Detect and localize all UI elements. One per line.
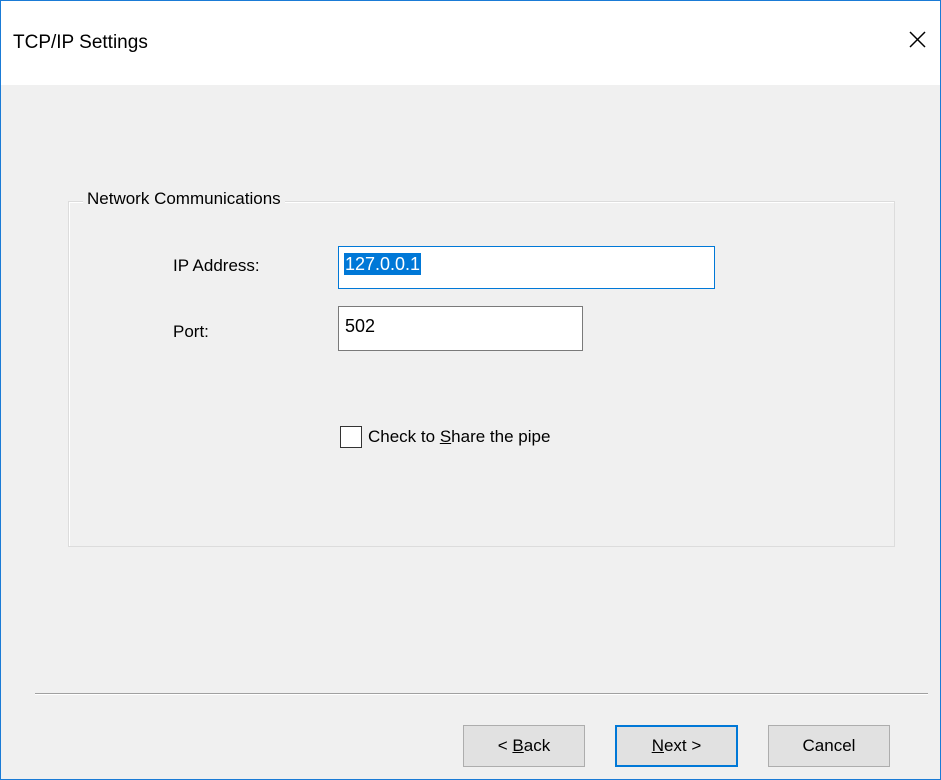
ip-address-value: 127.0.0.1 [344,253,422,275]
close-button[interactable] [900,23,934,57]
port-label: Port: [173,322,209,341]
share-pipe-checkbox[interactable] [340,426,362,448]
share-pipe-label[interactable]: Check to Share the pipe [368,427,550,447]
group-legend: Network Communications [83,189,285,209]
port-input[interactable]: 502 [338,306,583,351]
ip-address-label: IP Address: [173,256,260,275]
back-rest: ack [523,736,551,755]
back-prefix: < [497,736,513,755]
port-value: 502 [345,316,376,336]
back-mnemonic: B [512,736,524,755]
next-mnemonic: N [651,736,664,755]
share-pipe-label-start: Check to [368,427,440,446]
ip-address-input[interactable]: 127.0.0.1 [338,246,715,289]
share-pipe-label-end: hare the pipe [451,427,551,446]
next-rest: ext > [663,736,702,755]
footer-separator [35,693,928,695]
next-button[interactable]: Next > [615,725,738,767]
tcpip-settings-dialog: TCP/IP Settings Network Communications I… [0,0,941,780]
cancel-button[interactable]: Cancel [768,725,890,767]
window-title: TCP/IP Settings [13,32,148,53]
back-button[interactable]: < Back [463,725,585,767]
share-pipe-mnemonic: S [439,427,452,446]
title-bar: TCP/IP Settings [1,1,940,85]
close-icon [909,31,926,48]
